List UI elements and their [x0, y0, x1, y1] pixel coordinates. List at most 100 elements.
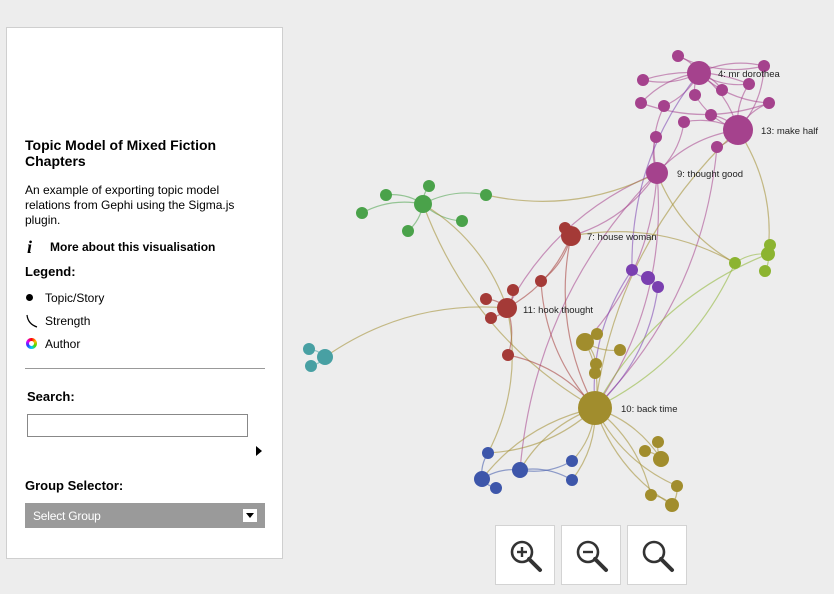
graph-node[interactable] [507, 284, 519, 296]
graph-node[interactable] [566, 455, 578, 467]
legend-heading: Legend: [25, 264, 76, 279]
graph-node[interactable] [635, 97, 647, 109]
graph-node[interactable] [356, 207, 368, 219]
graph-node[interactable] [764, 239, 776, 251]
zoom-reset-button[interactable] [627, 525, 687, 585]
node-label-11: 11: hook thought [523, 305, 593, 316]
graph-node[interactable] [535, 275, 547, 287]
graph-node[interactable] [482, 447, 494, 459]
graph-node[interactable] [497, 298, 517, 318]
graph-node[interactable] [303, 343, 315, 355]
graph-node[interactable] [646, 162, 668, 184]
graph-node[interactable] [678, 116, 690, 128]
node-label-10: 10: back time [621, 404, 678, 415]
graph-node[interactable] [672, 50, 684, 62]
graph-node[interactable] [502, 349, 514, 361]
graph-node[interactable] [490, 482, 502, 494]
graph-node[interactable] [414, 195, 432, 213]
graph-node[interactable] [591, 328, 603, 340]
graph-node[interactable] [645, 489, 657, 501]
graph-node[interactable] [317, 349, 333, 365]
graph-node[interactable] [652, 281, 664, 293]
search-input[interactable] [27, 414, 248, 437]
graph-edge [570, 172, 658, 237]
dot-icon [25, 290, 41, 306]
graph-node[interactable] [653, 451, 669, 467]
legend-label: Author [45, 337, 81, 351]
legend-item-strength: Strength [25, 313, 225, 329]
graph-node[interactable] [689, 89, 701, 101]
graph-node[interactable] [566, 474, 578, 486]
page-title: Topic Model of Mixed Fiction Chapters [25, 137, 217, 169]
legend-label: Topic/Story [45, 291, 105, 305]
graph-node[interactable] [671, 480, 683, 492]
more-info-label: More about this visualisation [50, 240, 216, 254]
graph-node[interactable] [729, 257, 741, 269]
graph-node[interactable] [512, 462, 528, 478]
more-info-link[interactable]: i More about this visualisation [25, 237, 265, 257]
graph-node[interactable] [402, 225, 414, 237]
info-icon: i [27, 237, 33, 257]
group-select-value: Select Group [33, 509, 101, 523]
graph-node[interactable] [716, 84, 728, 96]
zoom-in-button[interactable] [495, 525, 555, 585]
graph-node[interactable] [705, 109, 717, 121]
graph-node[interactable] [485, 312, 497, 324]
graph-edge [506, 235, 572, 309]
legend-item-topic: Topic/Story [25, 290, 225, 306]
graph-node[interactable] [723, 115, 753, 145]
graph-node[interactable] [559, 222, 571, 234]
graph-node[interactable] [589, 367, 601, 379]
graph-node[interactable] [763, 97, 775, 109]
graph-node[interactable] [423, 180, 435, 192]
legend-item-author: Author [25, 336, 225, 352]
graph-edge [656, 172, 736, 264]
zoom-out-icon [576, 540, 608, 572]
search-submit-arrow-icon[interactable] [256, 446, 262, 456]
graph-node[interactable] [480, 293, 492, 305]
graph-node[interactable] [641, 271, 655, 285]
graph-edge [737, 129, 770, 255]
graph-node[interactable] [480, 189, 492, 201]
graph-node[interactable] [637, 74, 649, 86]
group-selector-heading: Group Selector: [25, 478, 124, 493]
graph-node[interactable] [658, 100, 670, 112]
graph-node[interactable] [474, 471, 490, 487]
color-wheel-icon [25, 336, 41, 352]
graph-node[interactable] [456, 215, 468, 227]
graph-node[interactable] [687, 61, 711, 85]
group-select[interactable]: Select Group [25, 503, 265, 528]
graph-node[interactable] [639, 445, 651, 457]
graph-edge [361, 201, 424, 214]
description-text: An example of exporting topic model rela… [25, 183, 235, 227]
chevron-down-icon [243, 509, 257, 522]
search-heading: Search: [27, 389, 75, 404]
graph-node[interactable] [626, 264, 638, 276]
node-label-9: 9: thought good [677, 169, 743, 180]
graph-node[interactable] [652, 436, 664, 448]
graph-node[interactable] [711, 141, 723, 153]
graph-node[interactable] [305, 360, 317, 372]
graph-node[interactable] [665, 498, 679, 512]
zoom-out-button[interactable] [561, 525, 621, 585]
graph-edge [487, 307, 513, 454]
node-label-4: 4: mr dorothea [718, 69, 780, 80]
legend-label: Strength [45, 314, 91, 328]
graph-edge [485, 172, 658, 202]
curve-icon [25, 313, 41, 329]
graph-node[interactable] [578, 391, 612, 425]
graph-node[interactable] [614, 344, 626, 356]
divider [25, 368, 265, 369]
sidebar-panel: Topic Model of Mixed Fiction Chapters An… [6, 27, 283, 559]
zoom-reset-icon [642, 540, 674, 572]
graph-edge [594, 253, 769, 409]
graph-edge [422, 192, 487, 205]
graph-node[interactable] [380, 189, 392, 201]
graph-node[interactable] [759, 265, 771, 277]
graph-edge [584, 172, 658, 343]
graph-node[interactable] [650, 131, 662, 143]
graph-edge [519, 172, 658, 471]
node-label-13: 13: make half [761, 126, 818, 137]
graph-edge [324, 306, 508, 358]
node-label-7: 7: house woman [587, 232, 657, 243]
